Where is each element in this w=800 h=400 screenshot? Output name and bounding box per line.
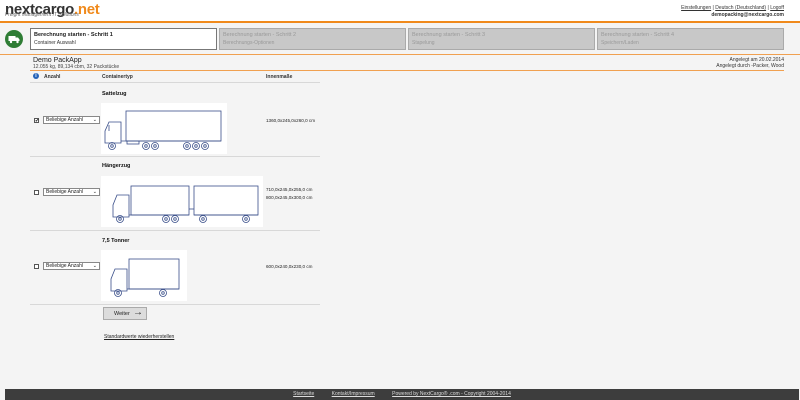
row-checkbox[interactable] bbox=[34, 190, 39, 195]
next-button[interactable]: Weiter → bbox=[103, 307, 147, 320]
logoff-link[interactable]: Logoff bbox=[770, 5, 784, 11]
info-icon[interactable]: i bbox=[33, 73, 39, 79]
quantity-select[interactable]: Beliebige Anzahl ⌄ bbox=[43, 262, 100, 270]
step-1[interactable]: Berechnung starten - Schritt 1 Container… bbox=[30, 28, 217, 50]
header-container-type: Containertyp bbox=[102, 74, 133, 80]
table-row: ✔ Beliebige Anzahl ⌄ Sattelzug 1360,0x24… bbox=[30, 82, 320, 156]
quantity-select[interactable]: Beliebige Anzahl ⌄ bbox=[43, 116, 100, 124]
steps-divider bbox=[0, 54, 800, 55]
inner-dims: 1360,0x245,0x260,0 cm bbox=[266, 118, 316, 123]
header: nextcargo.net Freight Management IT Solu… bbox=[0, 0, 800, 22]
created-by: Angelegt durch -Packer, Wood bbox=[716, 63, 784, 69]
row-checkbox[interactable] bbox=[34, 264, 39, 269]
language-link[interactable]: Deutsch (Deutschland) bbox=[715, 5, 766, 11]
inner-dims: 710,0x245,0x255,0 cm bbox=[266, 187, 313, 192]
step-4[interactable]: Berechnung starten - Schritt 4 Speichern… bbox=[597, 28, 784, 50]
page: nextcargo.net Freight Management IT Solu… bbox=[0, 0, 800, 400]
semi-truck-image bbox=[101, 103, 227, 154]
header-inner-dims: Innenmaße bbox=[266, 74, 293, 80]
truck-icon bbox=[5, 30, 23, 48]
container-type-label: 7,5 Tonner bbox=[102, 238, 130, 244]
table-row: Beliebige Anzahl ⌄ Hängerzug 710,0x245,0… bbox=[30, 156, 320, 230]
inner-dims: 600,0x240,0x230,0 cm bbox=[266, 264, 313, 269]
user-email: demopacking@nextcargo.com bbox=[711, 12, 784, 18]
small-truck-image bbox=[101, 250, 187, 301]
container-type-label: Sattelzug bbox=[102, 91, 127, 97]
container-type-label: Hängerzug bbox=[102, 163, 131, 169]
top-links: Einstellungen | Deutsch (Deutschland) | … bbox=[681, 5, 784, 11]
reset-defaults-link[interactable]: Standardwerte wiederherstellen bbox=[104, 334, 174, 340]
tagline: Freight Management IT Solutions bbox=[5, 12, 79, 18]
trailer-truck-image bbox=[101, 176, 263, 227]
chevron-down-icon: ⌄ bbox=[92, 263, 97, 269]
inner-dims: 800,0x245,0x300,0 cm bbox=[266, 195, 313, 200]
footer-powered-by[interactable]: Powered by NextCargo® .com - Copyright 2… bbox=[392, 391, 511, 397]
row-checkbox[interactable]: ✔ bbox=[34, 118, 39, 124]
header-quantity: Anzahl bbox=[44, 74, 61, 80]
chevron-down-icon: ⌄ bbox=[92, 189, 97, 195]
step-3[interactable]: Berechnung starten - Schritt 3 Stapelung bbox=[408, 28, 595, 50]
arrow-right-icon: → bbox=[133, 307, 143, 318]
quantity-select[interactable]: Beliebige Anzahl ⌄ bbox=[43, 188, 100, 196]
step-2[interactable]: Berechnung starten - Schritt 2 Berechnun… bbox=[219, 28, 406, 50]
chevron-down-icon: ⌄ bbox=[92, 117, 97, 123]
table-row: Beliebige Anzahl ⌄ 7,5 Tonner 600,0x240,0… bbox=[30, 230, 320, 305]
footer-contact-link[interactable]: Kontakt/Impressum bbox=[332, 391, 375, 397]
table-header: i Anzahl Containertyp Innenmaße bbox=[30, 71, 320, 81]
app-name: Demo PackApp bbox=[33, 57, 82, 64]
footer-home-link[interactable]: Startseite bbox=[293, 391, 314, 397]
settings-link[interactable]: Einstellungen bbox=[681, 5, 711, 11]
footer: Startseite Kontakt/Impressum Powered by … bbox=[5, 389, 799, 400]
